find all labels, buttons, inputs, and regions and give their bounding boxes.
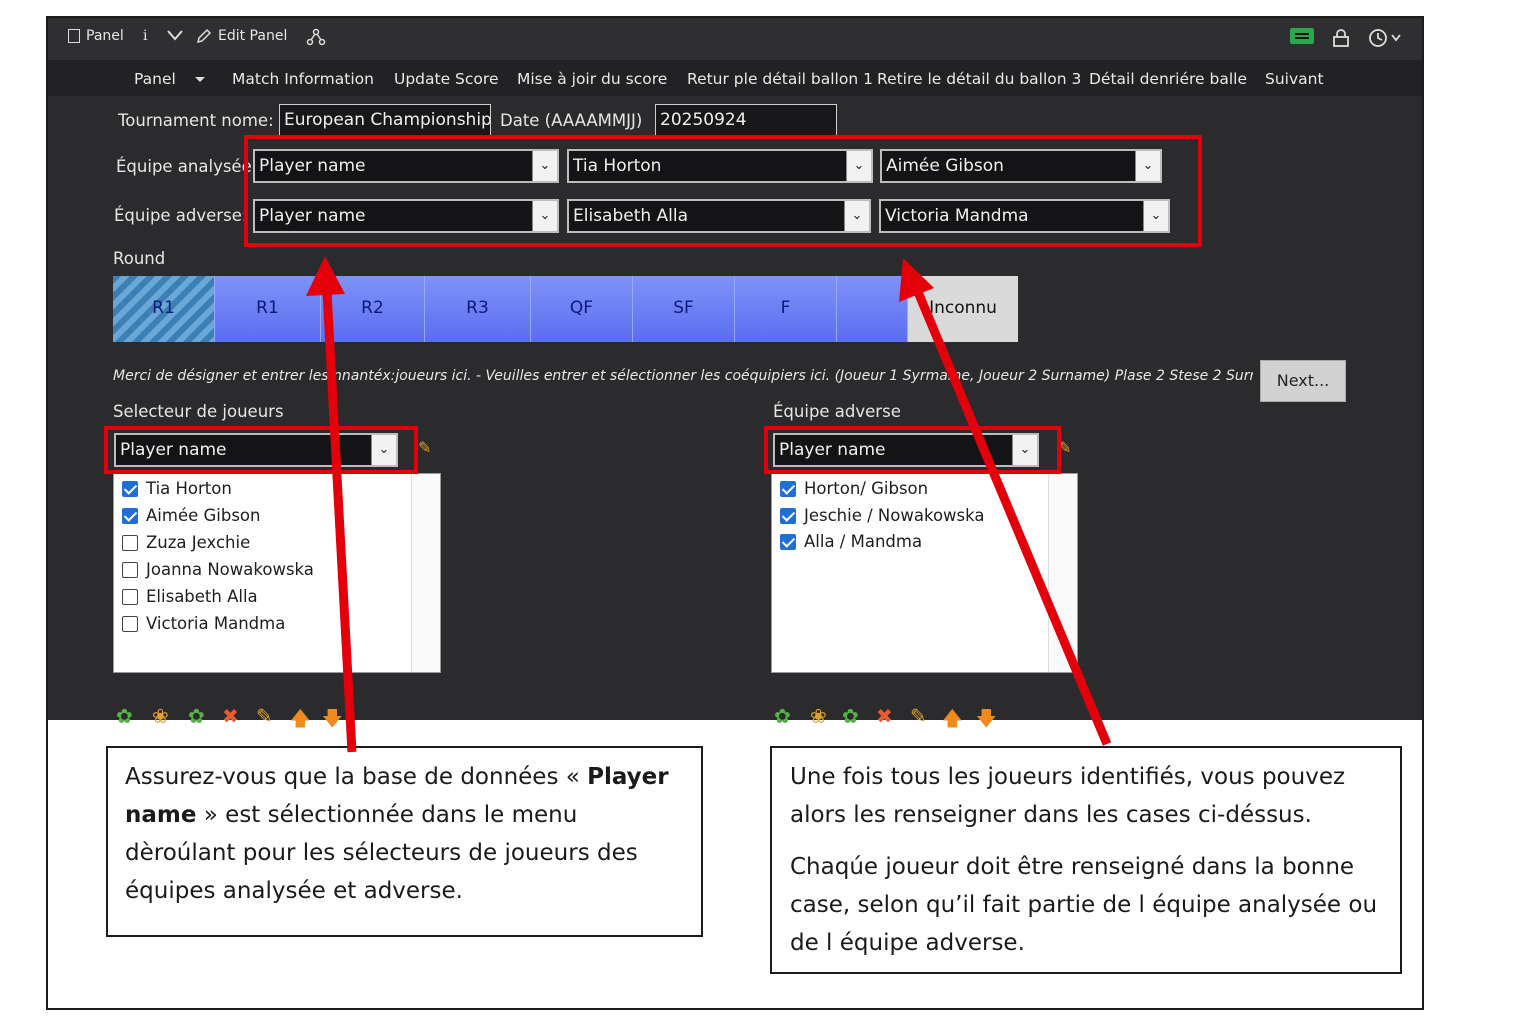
- annotation-arrows: [306, 256, 1112, 753]
- annotation-arrow-left: [322, 291, 357, 753]
- annotation-arrowhead-left: [306, 256, 345, 296]
- annotation-arrow-right: [913, 290, 1112, 746]
